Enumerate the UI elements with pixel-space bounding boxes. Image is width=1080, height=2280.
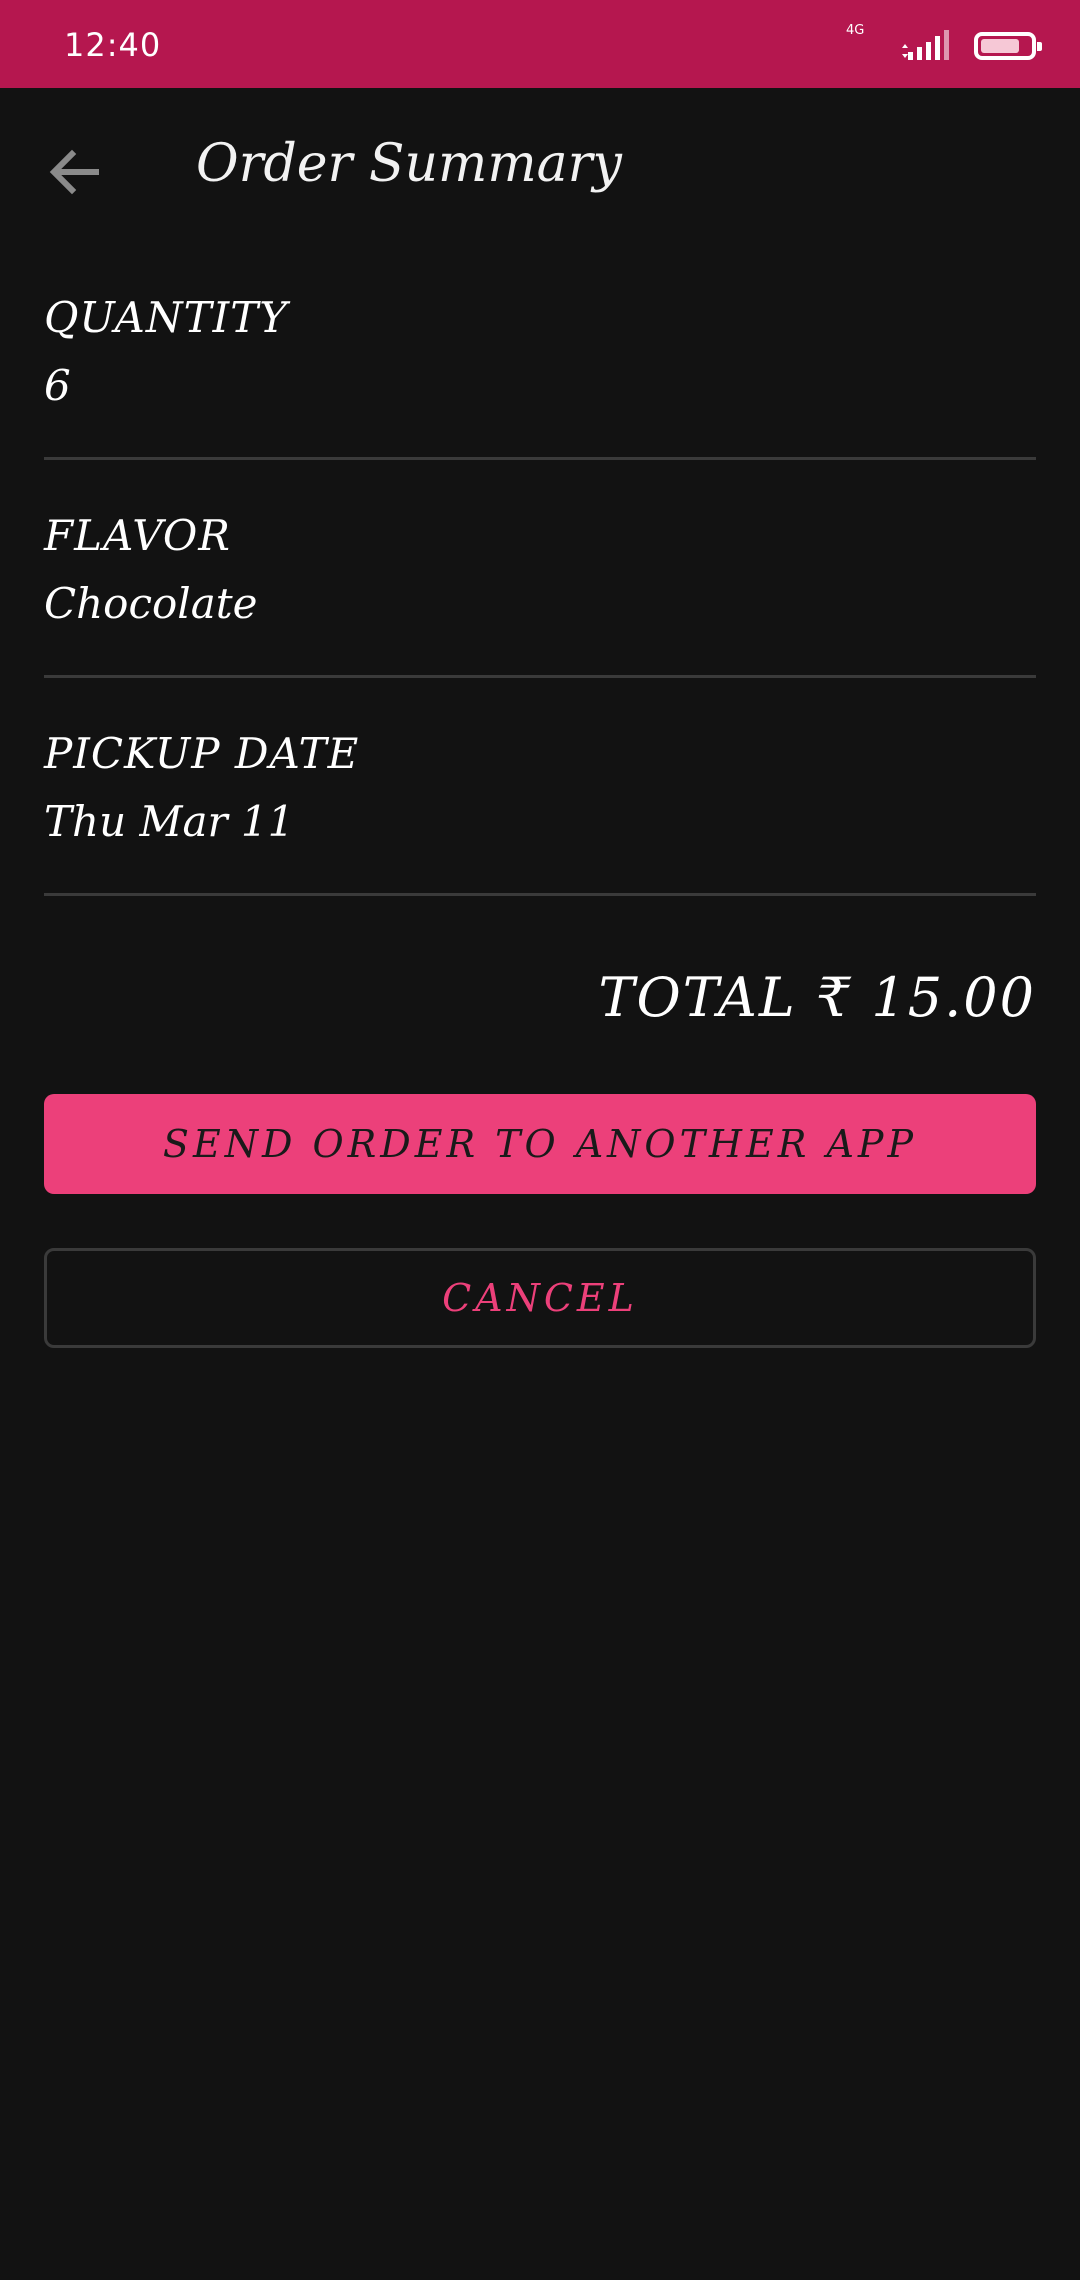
order-total: TOTAL ₹ 15.00: [598, 966, 1036, 1029]
back-button[interactable]: [38, 136, 110, 208]
quantity-value: 6: [44, 361, 71, 410]
flavor-label: FLAVOR: [44, 511, 231, 560]
status-bar: 12:40 4G: [0, 0, 1080, 88]
arrow-left-icon: [49, 149, 99, 195]
status-time: 12:40: [64, 26, 162, 64]
page-title: Order Summary: [196, 134, 622, 194]
pickup-date-section: PICKUP DATE Thu Mar 11: [44, 726, 1036, 850]
divider: [44, 893, 1036, 896]
quantity-label: QUANTITY: [44, 293, 288, 342]
network-type: 4G: [846, 23, 865, 38]
status-icons: 4G: [846, 24, 1042, 64]
divider: [44, 675, 1036, 678]
flavor-value: Chocolate: [44, 579, 258, 628]
signal-indicator: 4G: [846, 24, 974, 64]
quantity-section: QUANTITY 6: [44, 290, 1036, 414]
pickup-date-value: Thu Mar 11: [44, 797, 295, 846]
flavor-section: FLAVOR Chocolate: [44, 508, 1036, 632]
battery-level: [981, 39, 1020, 53]
cancel-button[interactable]: CANCEL: [44, 1248, 1036, 1348]
divider: [44, 457, 1036, 460]
battery-icon: [974, 32, 1042, 60]
signal-icon: [902, 30, 949, 60]
send-order-button[interactable]: SEND ORDER TO ANOTHER APP: [44, 1094, 1036, 1194]
app-bar: Order Summary: [0, 88, 1080, 246]
pickup-date-label: PICKUP DATE: [44, 729, 360, 778]
